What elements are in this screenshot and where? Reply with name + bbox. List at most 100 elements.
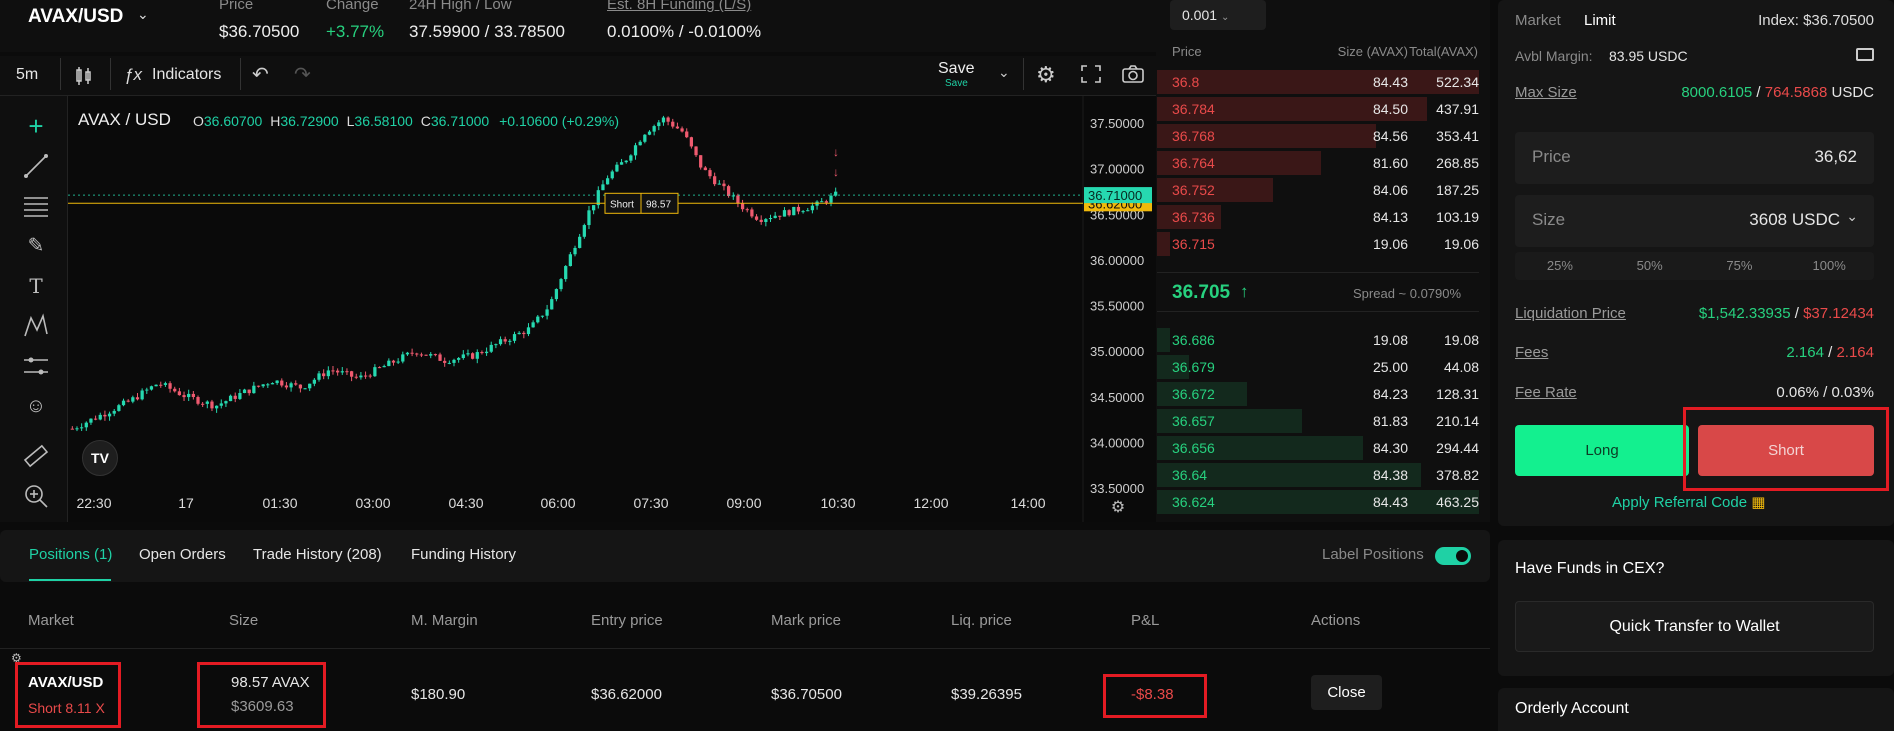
x-tick-label: 07:30 [633,495,668,511]
crosshair-icon[interactable]: + [22,112,50,140]
fees-label[interactable]: Fees [1515,344,1548,361]
tab-market[interactable]: Market [1515,12,1561,29]
price-label: Price [219,0,254,13]
indicators-icon[interactable]: ƒx [124,65,142,85]
fee-rate-label[interactable]: Fee Rate [1515,384,1577,401]
undo-icon[interactable]: ↶ [252,62,269,87]
candle-body [498,339,503,345]
tab-trade-history[interactable]: Trade History (208) [253,546,382,563]
save-button[interactable]: Save [938,60,974,78]
bid-row[interactable]: 36.657 81.83 210.14 [1157,407,1479,434]
candle-body [112,410,116,414]
ask-row[interactable]: 36.752 84.06 187.25 [1157,176,1479,203]
bid-row[interactable]: 36.656 84.30 294.44 [1157,434,1479,461]
ask-row[interactable]: 36.768 84.56 353.41 [1157,122,1479,149]
price-input[interactable]: Price 36,62 [1515,132,1874,184]
candle-body [699,155,703,168]
index-price: Index: $36.70500 [1758,12,1874,29]
interval-button[interactable]: 5m [16,66,38,84]
brush-icon[interactable]: ✎ [22,232,50,260]
candle-body [247,389,251,394]
candle-body [619,162,624,165]
candle-body [168,383,172,389]
redo-icon[interactable]: ↷ [294,62,311,87]
size-percent-selector: 25% 50% 75% 100% [1515,252,1874,280]
size-input[interactable]: Size 3608 USDC ⌄ [1515,195,1874,247]
gear-icon[interactable]: ⚙ [1036,62,1056,88]
referral-link[interactable]: Apply Referral Code ▦ [1612,493,1765,511]
fullscreen-icon[interactable] [1080,64,1102,84]
ruler-icon[interactable] [22,442,50,470]
candle-body [782,210,787,217]
quick-transfer-button[interactable]: Quick Transfer to Wallet [1515,601,1874,652]
candle-body [470,353,475,359]
candle-body [666,117,670,122]
pct-100[interactable]: 100% [1784,252,1874,280]
trendline-icon[interactable] [22,152,50,180]
candle-body [592,205,596,211]
max-size-label[interactable]: Max Size [1515,84,1577,101]
chart-area[interactable]: 37.50000 37.00000 36.50000 36.00000 35.50000… [68,96,1156,522]
candlestick-type-icon[interactable] [72,64,96,88]
bid-total: 44.08 [1443,359,1479,375]
wallet-icon[interactable] [1856,48,1874,61]
tab-open-orders[interactable]: Open Orders [139,546,226,563]
sell-marker-icon: ↓ [833,145,839,159]
tab-funding-history[interactable]: Funding History [411,546,516,563]
liq-price-label[interactable]: Liquidation Price [1515,305,1626,322]
forecast-icon[interactable] [22,352,50,380]
zoom-in-icon[interactable] [22,482,50,510]
bid-row[interactable]: 36.672 84.23 128.31 [1157,380,1479,407]
price-chart[interactable]: 37.5000037.0000036.5000036.0000035.50000… [68,96,1156,522]
pattern-icon[interactable] [22,312,50,340]
ask-row[interactable]: 36.736 84.13 103.19 [1157,203,1479,230]
camera-icon[interactable] [1121,64,1145,84]
spread: Spread ~ 0.0790% [1353,286,1462,301]
pct-25[interactable]: 25% [1515,252,1605,280]
chevron-down-icon[interactable]: ⌄ [137,6,149,23]
symbol-selector[interactable]: AVAX/USD [28,6,123,28]
ask-row[interactable]: 36.715 19.06 19.06 [1157,230,1479,257]
pct-50[interactable]: 50% [1605,252,1695,280]
tradingview-logo[interactable]: TV [82,440,118,476]
bid-price: 36.672 [1172,386,1215,402]
cex-title: Have Funds in CEX? [1515,560,1665,577]
candle-body [280,380,284,386]
emoji-icon[interactable]: ☺ [22,392,50,420]
candle-body [126,400,130,402]
avbl-margin-label: Avbl Margin: [1515,48,1593,64]
bid-row[interactable]: 36.64 84.38 378.82 [1157,461,1479,488]
candle-body [377,367,382,369]
label-positions-toggle[interactable] [1435,547,1471,565]
bid-total: 294.44 [1436,440,1479,456]
tick-size-select[interactable]: 0.001 ⌄ [1170,0,1266,30]
close-position-button[interactable]: Close [1311,675,1382,710]
candle-body [610,171,614,179]
pct-75[interactable]: 75% [1695,252,1785,280]
bid-row[interactable]: 36.624 84.43 463.25 [1157,488,1479,515]
ask-row[interactable]: 36.764 81.60 268.85 [1157,149,1479,176]
chart-symbol: AVAX / USD [78,110,171,129]
candle-body [717,183,721,185]
depth-bar [1157,328,1170,352]
candle-body [159,384,163,386]
candle-body [475,352,479,359]
tab-limit[interactable]: Limit [1584,12,1616,29]
bid-row[interactable]: 36.686 19.08 19.08 [1157,326,1479,353]
bid-row[interactable]: 36.679 25.00 44.08 [1157,353,1479,380]
long-button[interactable]: Long [1515,425,1689,476]
funding-label[interactable]: Est. 8H Funding (L/S) [607,0,751,13]
candle-body [219,403,223,406]
indicators-button[interactable]: Indicators [152,66,221,84]
fib-lines-icon[interactable] [22,192,50,220]
text-tool-icon[interactable]: T [22,272,50,300]
ask-row[interactable]: 36.8 84.43 522.34 [1157,68,1479,95]
tab-positions[interactable]: Positions (1) [29,546,112,563]
ask-row[interactable]: 36.784 84.50 437.91 [1157,95,1479,122]
orderly-title: Orderly Account [1515,700,1629,717]
ask-total: 437.91 [1436,101,1479,117]
candle-body [806,210,810,212]
bid-price: 36.624 [1172,494,1215,510]
save-menu-chevron-icon[interactable]: ⌄ [998,64,1010,81]
candle-body [98,414,102,420]
